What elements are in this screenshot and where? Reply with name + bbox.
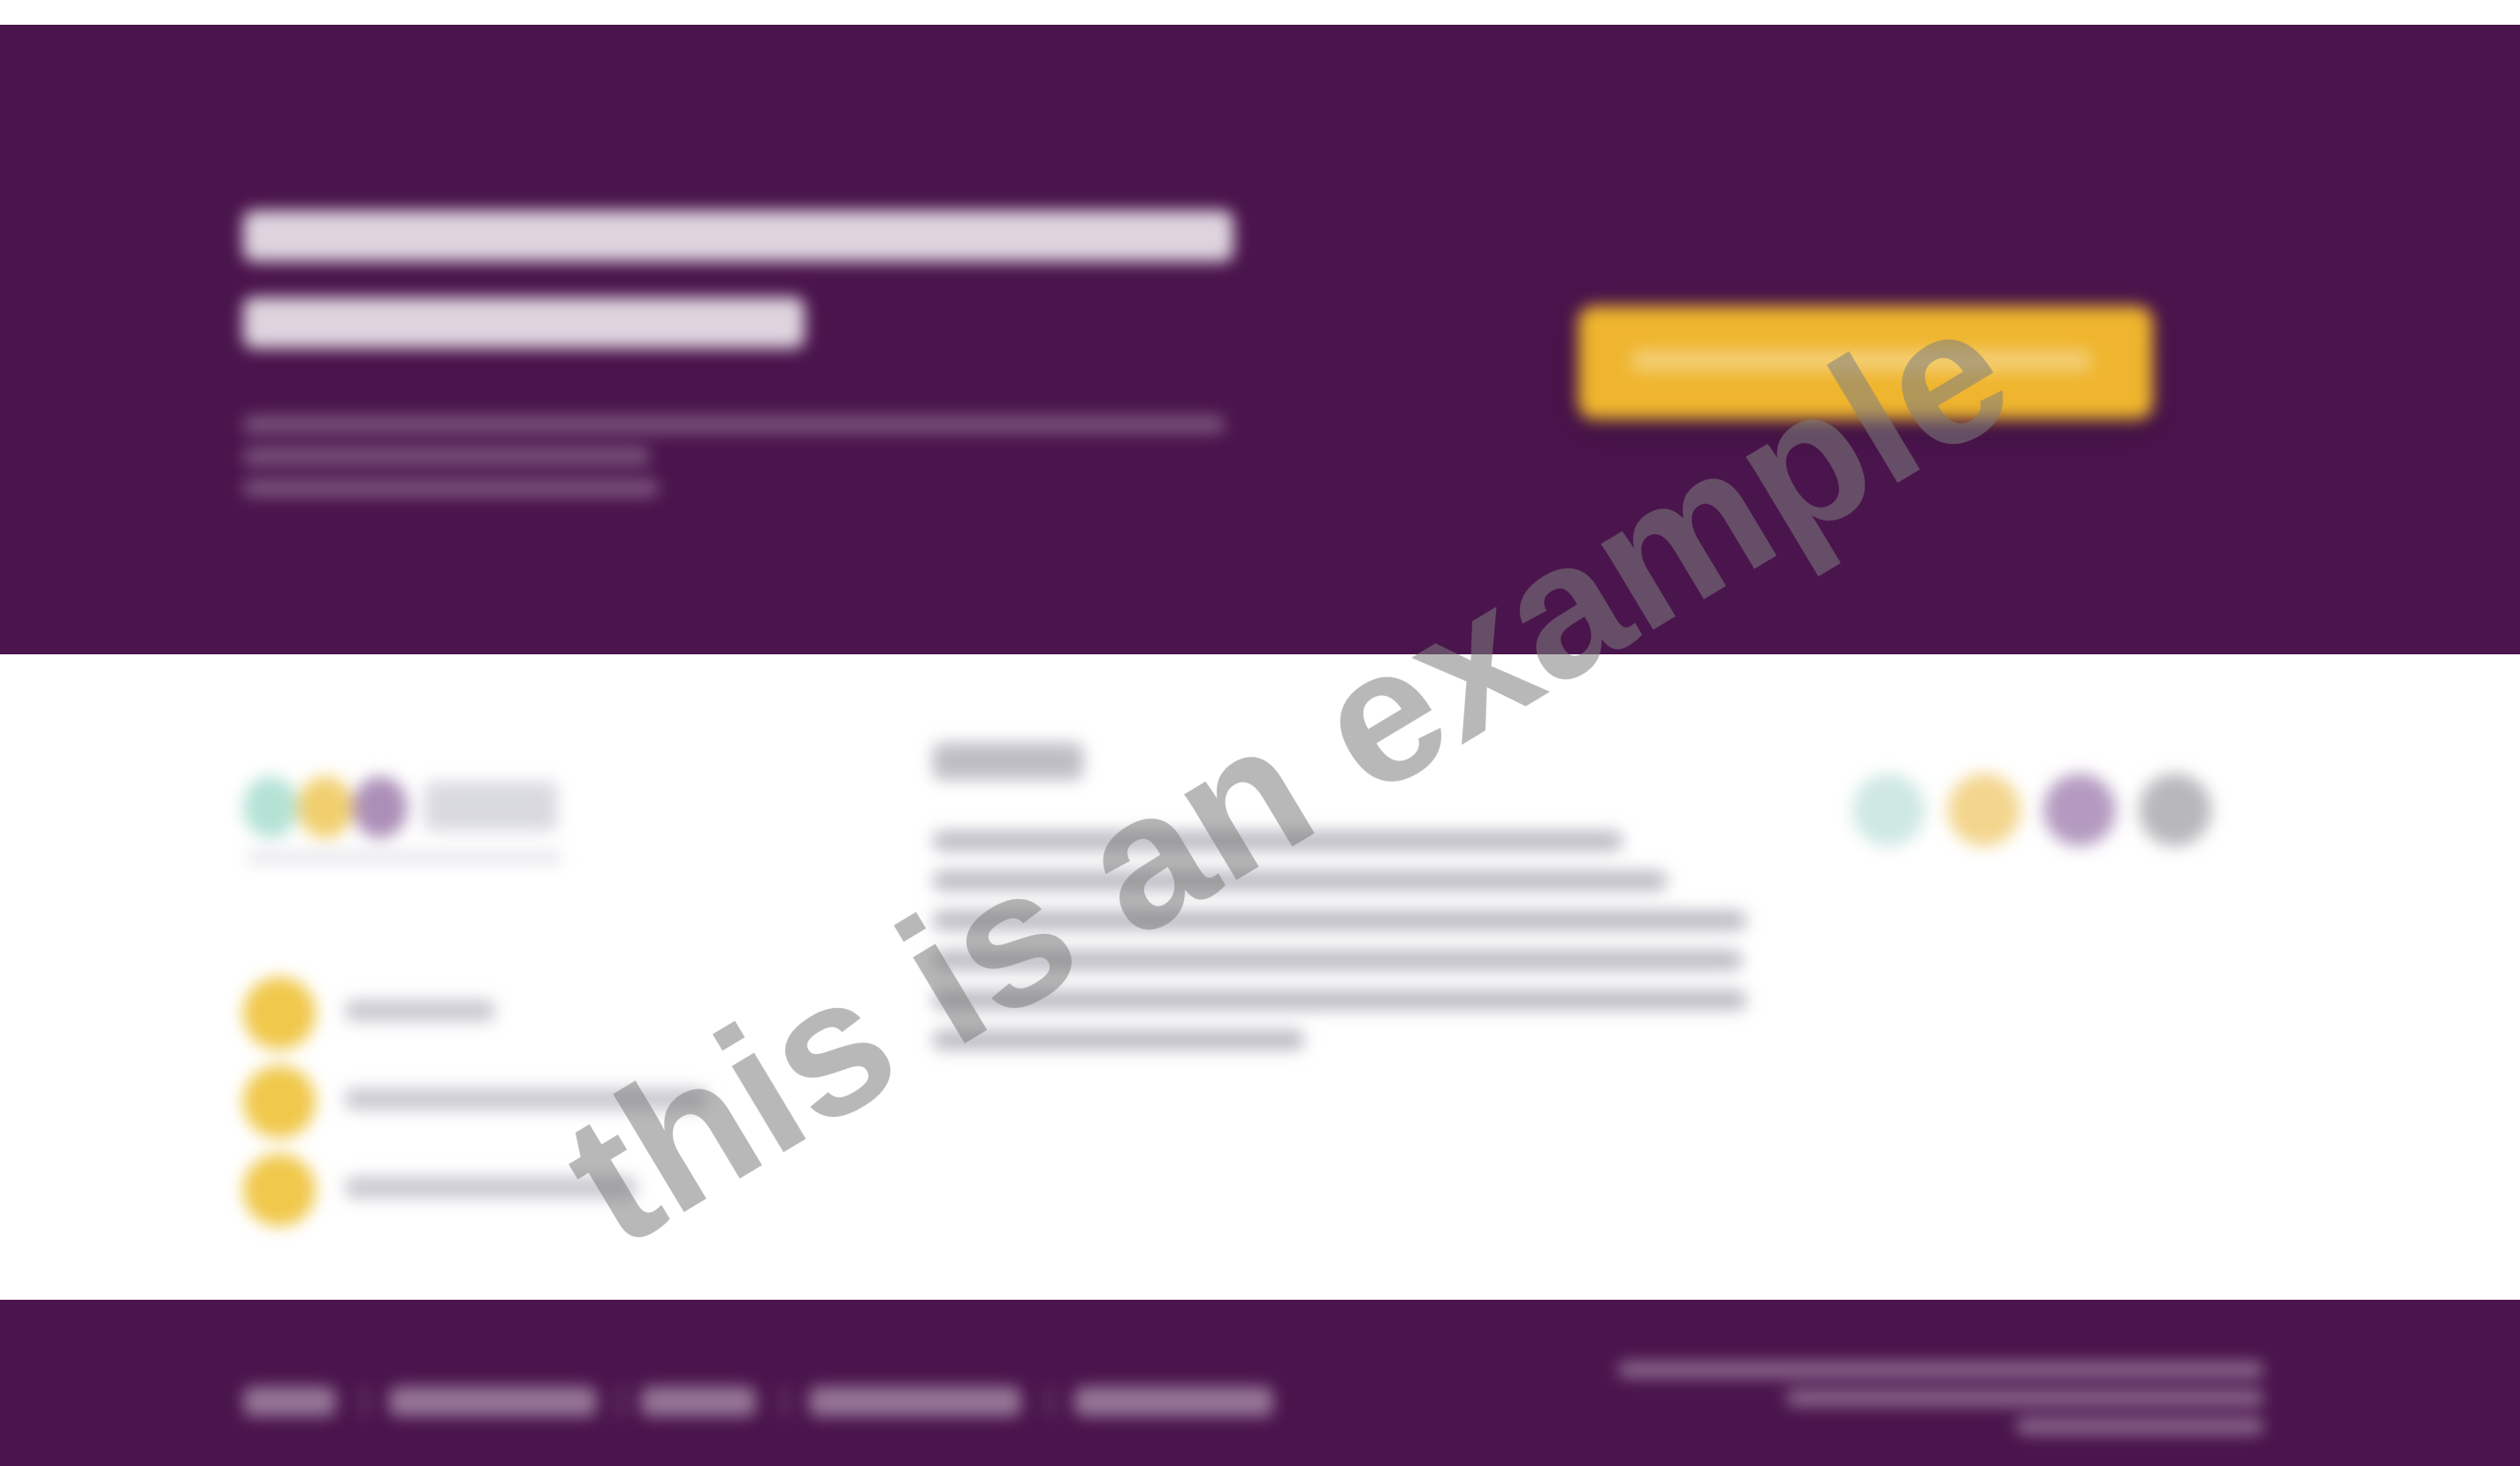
hero-subtitle-line-1	[243, 416, 1225, 433]
logo-tagline	[248, 852, 561, 863]
brand-logo[interactable]	[243, 771, 588, 877]
about-line	[933, 871, 1667, 890]
footer-link[interactable]	[1074, 1386, 1273, 1416]
feature-icon	[243, 1154, 316, 1226]
feature-label	[345, 1177, 637, 1198]
logo-mark-icon-3	[353, 776, 408, 838]
feature-label	[345, 1000, 495, 1021]
logo-mark-icon-2	[298, 776, 353, 838]
about-line	[933, 990, 1746, 1010]
footer-separator	[783, 1386, 787, 1417]
logo-mark-icon	[243, 776, 298, 838]
feature-icon	[243, 1065, 316, 1138]
hero-subtitle-line-2	[243, 447, 650, 465]
top-strip	[0, 0, 2520, 25]
footer-link[interactable]	[243, 1386, 336, 1416]
about-heading	[933, 743, 1083, 780]
social-icon-4[interactable]	[2139, 774, 2211, 846]
social-icon-3[interactable]	[2043, 774, 2116, 846]
footer-copyright-line-1	[1618, 1362, 2264, 1378]
footer-separator	[363, 1386, 367, 1417]
about-line	[933, 1030, 1304, 1050]
feature-item	[243, 1065, 738, 1138]
footer-separator	[1048, 1386, 1052, 1417]
feature-item	[243, 977, 738, 1050]
logo-wordmark	[424, 782, 557, 831]
footer-link[interactable]	[809, 1386, 1021, 1416]
about-line	[933, 951, 1742, 970]
footer-separator	[619, 1386, 623, 1417]
footer-link[interactable]	[389, 1386, 597, 1416]
hero-cta-label-bar	[1631, 350, 2091, 371]
feature-item	[243, 1154, 738, 1226]
social-icon-2[interactable]	[1948, 774, 2020, 846]
hero-title-line-1	[243, 210, 1233, 262]
hero-cta-button[interactable]	[1578, 306, 2153, 419]
social-icon-1[interactable]	[1852, 774, 1925, 846]
footer-link[interactable]	[641, 1386, 756, 1416]
feature-label	[345, 1088, 707, 1110]
about-line	[933, 911, 1746, 930]
page: this is an example	[0, 0, 2520, 1466]
footer	[0, 1300, 2520, 1466]
footer-copyright-line-2	[1786, 1390, 2264, 1406]
feature-icon	[243, 977, 316, 1050]
footer-copyright-line-3	[2016, 1418, 2264, 1434]
hero-section	[0, 25, 2520, 654]
hero-subtitle-line-3	[243, 479, 659, 497]
about-line	[933, 831, 1623, 851]
hero-title-line-2	[243, 297, 805, 348]
